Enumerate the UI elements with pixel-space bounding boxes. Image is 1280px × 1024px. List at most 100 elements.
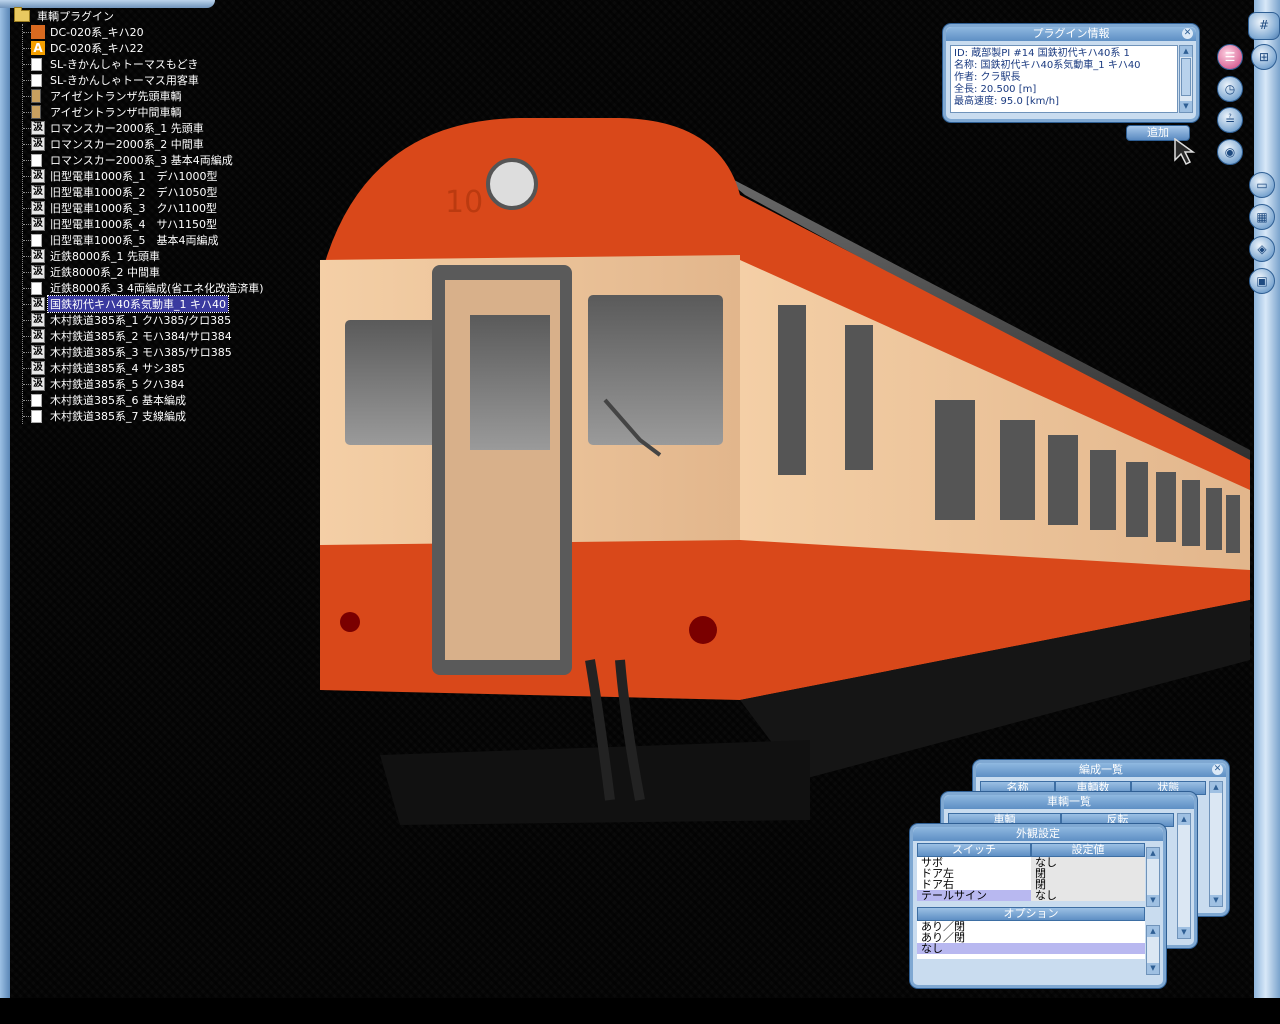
- tree-item[interactable]: アイゼントランザ先頭車輌: [23, 88, 284, 104]
- appearance-panel: 外観設定 スイッチ 設定値 サボ なし ドア左閉ドア右閉テールサイン なし ▲ ▼ オ…: [910, 824, 1166, 988]
- tree-item[interactable]: 汲木村鉄道385系_3 モハ385/サロ385: [23, 344, 284, 360]
- plugin-info-text: ID: 蔵部製PI #14 国鉄初代キハ40系 1 名称: 国鉄初代キハ40系気動…: [950, 45, 1178, 113]
- clock-icon[interactable]: ◷: [1217, 76, 1243, 102]
- formation-list-title[interactable]: 編成一覧 ✕: [976, 763, 1226, 777]
- tree-item[interactable]: DC-020系_キハ20: [23, 24, 284, 40]
- tree-item-label: 旧型電車1000系_1 デハ1000型: [50, 170, 218, 183]
- building-icon[interactable]: ▦: [1249, 204, 1275, 230]
- kanji-plugin-icon: 汲: [31, 169, 45, 183]
- tree-item[interactable]: 汲近鉄8000系_1 先頭車: [23, 248, 284, 264]
- option-rows: あり／閉 あり／閉 なし: [917, 921, 1145, 959]
- train-icon[interactable]: ▭: [1249, 172, 1275, 198]
- plugin-info-line: 最高速度: 95.0 [km/h]: [954, 96, 1060, 107]
- switch-value: なし: [1031, 890, 1145, 901]
- formation-scrollbar[interactable]: ▲ ▼: [1209, 781, 1223, 907]
- option-row[interactable]: なし: [917, 943, 1145, 954]
- scroll-down-icon[interactable]: ▼: [1178, 927, 1190, 938]
- tree-item[interactable]: 汲木村鉄道385系_4 サシ385: [23, 360, 284, 376]
- tree-item[interactable]: 汲国鉄初代キハ40系気動車_1 キハ40: [23, 295, 284, 313]
- option-row[interactable]: あり／閉: [917, 932, 1145, 943]
- tree-item[interactable]: 木村鉄道385系_7 支線編成: [23, 408, 284, 424]
- scroll-down-icon[interactable]: ▼: [1147, 963, 1159, 974]
- plugin-info-line: 全長: 20.500 [m]: [954, 84, 1037, 95]
- scroll-thumb[interactable]: [1181, 58, 1191, 96]
- tree-item[interactable]: A DC-020系_キハ22: [23, 40, 284, 56]
- column-switch[interactable]: スイッチ: [917, 843, 1031, 857]
- tree-item[interactable]: 汲木村鉄道385系_2 モハ384/サロ384: [23, 328, 284, 344]
- switch-rows: サボ なし ドア左閉ドア右閉テールサイン なし: [917, 857, 1145, 901]
- tree-connector: [23, 111, 31, 113]
- tree-connector: [23, 351, 31, 353]
- options-scrollbar[interactable]: ▲ ▼: [1146, 925, 1160, 975]
- rail-icon[interactable]: ≟: [1217, 107, 1243, 133]
- tree-item-label: 木村鉄道385系_6 基本編成: [50, 394, 186, 407]
- scroll-up-icon[interactable]: ▲: [1180, 46, 1192, 57]
- plugin-info-title-text: プラグイン情報: [1032, 27, 1110, 40]
- tree-item-label: アイゼントランザ中間車輌: [50, 106, 182, 119]
- tree-connector: [23, 143, 31, 145]
- plugin-info-line: 作者: クラ駅長: [954, 72, 1021, 83]
- tree-item-label: 木村鉄道385系_5 クハ384: [50, 378, 185, 391]
- grid-icon[interactable]: #: [1248, 12, 1280, 40]
- door-plugin-icon: [31, 105, 41, 119]
- tree-item[interactable]: 汲近鉄8000系_2 中間車: [23, 264, 284, 280]
- option-value: なし: [921, 942, 943, 955]
- mouse-cursor-icon: [1174, 138, 1196, 166]
- tree-item-label: 旧型電車1000系_3 クハ1100型: [50, 202, 217, 215]
- switch-columns: スイッチ 設定値: [917, 843, 1145, 857]
- tree-item-label: 近鉄8000系_3 4両編成(省エネ化改造済車): [50, 282, 264, 295]
- close-icon[interactable]: ✕: [1212, 764, 1223, 775]
- scroll-down-icon[interactable]: ▼: [1180, 101, 1192, 112]
- tree-item-label: 近鉄8000系_1 先頭車: [50, 250, 160, 263]
- tree-item[interactable]: 汲旧型電車1000系_4 サハ1150型: [23, 216, 284, 232]
- appearance-title[interactable]: 外観設定: [913, 827, 1163, 841]
- tree-item[interactable]: 汲ロマンスカー2000系_2 中間車: [23, 136, 284, 152]
- switch-row[interactable]: テールサイン なし: [917, 890, 1145, 901]
- tree-item[interactable]: SL-きかんしゃトーマス用客車: [23, 72, 284, 88]
- layout-icon[interactable]: ☰: [1217, 44, 1243, 70]
- right-tail-light: [689, 616, 717, 644]
- scroll-up-icon[interactable]: ▲: [1147, 926, 1159, 937]
- tree-item[interactable]: 近鉄8000系_3 4両編成(省エネ化改造済車): [23, 280, 284, 296]
- computer-icon[interactable]: ▣: [1249, 268, 1275, 294]
- scroll-up-icon[interactable]: ▲: [1147, 848, 1159, 859]
- tree-item-label: 木村鉄道385系_2 モハ384/サロ384: [50, 330, 232, 343]
- scroll-down-icon[interactable]: ▼: [1210, 895, 1222, 906]
- plugin-info-title[interactable]: プラグイン情報 ✕: [946, 27, 1196, 41]
- tree-item[interactable]: ロマンスカー2000系_3 基本4両編成: [23, 152, 284, 168]
- kanji-plugin-icon: 汲: [31, 377, 45, 391]
- tree-item[interactable]: 汲旧型電車1000系_3 クハ1100型: [23, 200, 284, 216]
- vehicle-list-title[interactable]: 車輌一覧: [944, 795, 1194, 809]
- vehicle-scrollbar[interactable]: ▲ ▼: [1177, 813, 1191, 939]
- switch-scrollbar[interactable]: ▲ ▼: [1146, 847, 1160, 907]
- tree-item[interactable]: SL-きかんしゃトーマスもどき: [23, 56, 284, 72]
- layers-icon[interactable]: ◈: [1249, 236, 1275, 262]
- tree-item[interactable]: 汲旧型電車1000系_2 デハ1050型: [23, 184, 284, 200]
- tree-item[interactable]: 汲木村鉄道385系_1 クハ385/クロ385: [23, 312, 284, 328]
- tree-item-label: 旧型電車1000系_5 基本4両編成: [50, 234, 219, 247]
- bottom-status-bar: [0, 998, 1280, 1024]
- tree-item[interactable]: 木村鉄道385系_6 基本編成: [23, 392, 284, 408]
- tree-item[interactable]: 汲木村鉄道385系_5 クハ384: [23, 376, 284, 392]
- tree-item[interactable]: 旧型電車1000系_5 基本4両編成: [23, 232, 284, 248]
- tree-root[interactable]: 車輌プラグイン: [14, 7, 284, 24]
- tree-connector: [23, 399, 31, 401]
- globe-icon[interactable]: ⊞: [1251, 44, 1277, 70]
- scroll-up-icon[interactable]: ▲: [1178, 814, 1190, 825]
- kanji-plugin-icon: 汲: [31, 185, 45, 199]
- tree-item-label: 木村鉄道385系_4 サシ385: [50, 362, 185, 375]
- scroll-up-icon[interactable]: ▲: [1210, 782, 1222, 793]
- train-3d-view[interactable]: 10: [320, 100, 1254, 840]
- plugin-info-scrollbar[interactable]: ▲ ▼: [1179, 45, 1193, 113]
- tree-item-label: 国鉄初代キハ40系気動車_1 キハ40: [47, 295, 229, 313]
- tree-connector: [23, 335, 31, 337]
- tree-item[interactable]: 汲旧型電車1000系_1 デハ1000型: [23, 168, 284, 184]
- scroll-down-icon[interactable]: ▼: [1147, 895, 1159, 906]
- door-window: [470, 315, 550, 450]
- tree-connector: [23, 63, 31, 65]
- close-icon[interactable]: ✕: [1182, 28, 1193, 39]
- tree-item[interactable]: アイゼントランザ中間車輌: [23, 104, 284, 120]
- column-value[interactable]: 設定値: [1031, 843, 1145, 857]
- tree-item[interactable]: 汲ロマンスカー2000系_1 先頭車: [23, 120, 284, 136]
- eye-icon[interactable]: ◉: [1217, 139, 1243, 165]
